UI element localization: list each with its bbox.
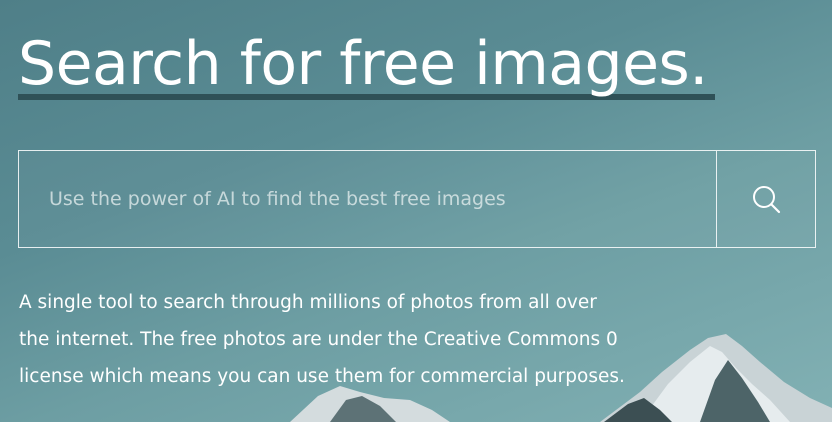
hero-section: Search for free images. A single tool to… xyxy=(0,0,832,422)
search-button[interactable] xyxy=(716,151,815,247)
search-bar xyxy=(18,150,816,248)
search-input[interactable] xyxy=(19,151,716,247)
title-wrapper: Search for free images. xyxy=(18,22,715,106)
hero-description: A single tool to search through millions… xyxy=(19,292,625,387)
page-title: Search for free images. xyxy=(18,29,708,99)
search-icon xyxy=(753,186,781,214)
